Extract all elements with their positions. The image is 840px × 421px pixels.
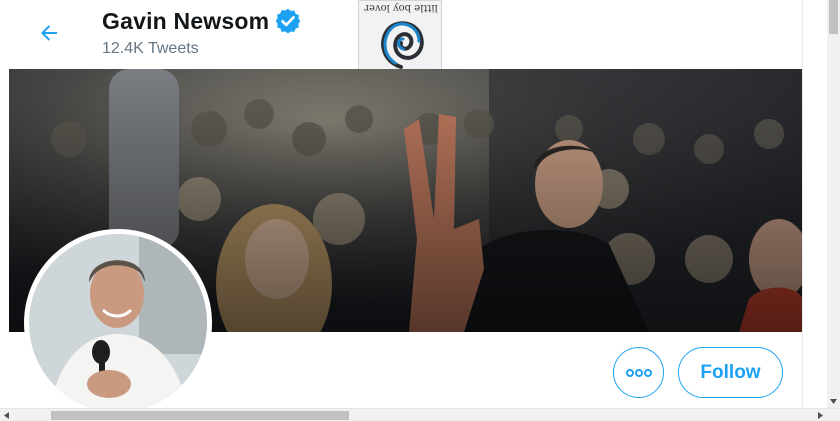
follow-button[interactable]: Follow [678, 347, 783, 398]
profile-name: Gavin Newsom [102, 7, 270, 34]
vertical-scroll-thumb[interactable] [829, 0, 838, 34]
scroll-right-arrow-icon[interactable] [814, 409, 827, 421]
scroll-left-arrow-icon[interactable] [0, 409, 13, 421]
column-divider [802, 0, 803, 408]
tweet-count: 12.4K Tweets [102, 40, 199, 57]
back-button[interactable] [32, 16, 66, 50]
ellipsis-icon [625, 368, 652, 377]
avatar-photo [29, 234, 207, 412]
verified-badge-icon [274, 7, 302, 35]
horizontal-scroll-thumb[interactable] [51, 411, 349, 420]
page-gutter [0, 0, 9, 408]
sticker-image: little boy lover [358, 0, 442, 75]
arrow-left-icon [41, 25, 57, 41]
vertical-scrollbar[interactable] [827, 0, 840, 408]
profile-header: Gavin Newsom [102, 4, 302, 38]
more-options-button[interactable] [613, 347, 664, 398]
spiral-logo-icon [381, 21, 424, 69]
scroll-down-arrow-icon[interactable] [827, 395, 840, 408]
horizontal-scrollbar[interactable] [0, 408, 840, 421]
profile-avatar[interactable] [24, 229, 212, 417]
sticker-caption: little boy lover [364, 2, 438, 13]
